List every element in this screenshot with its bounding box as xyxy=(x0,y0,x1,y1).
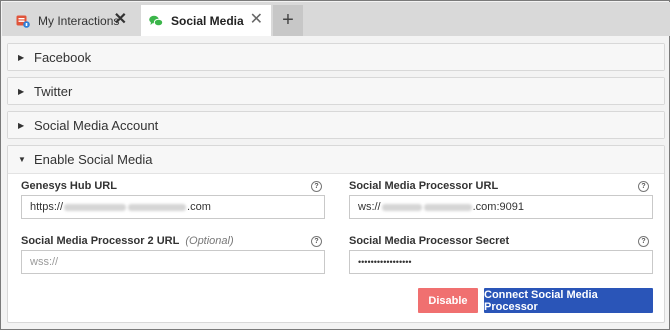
chat-bubbles-icon xyxy=(149,14,164,28)
section-header[interactable]: ▼ Enable Social Media xyxy=(8,146,664,174)
app-window: My Interactions ✕ Social Media ✕ + ▶ Fac… xyxy=(0,0,670,330)
caret-right-icon: ▶ xyxy=(18,52,25,62)
section-twitter[interactable]: ▶ Twitter xyxy=(7,77,665,105)
input-value-suffix: .com xyxy=(187,201,211,213)
label-text: Social Media Processor Secret xyxy=(349,235,510,247)
label-text: Genesys Hub URL xyxy=(21,180,117,192)
caret-right-icon: ▶ xyxy=(18,120,25,130)
section-header[interactable]: ▶ Social Media Account xyxy=(8,112,664,138)
add-tab-button[interactable]: + xyxy=(273,5,303,36)
tab-my-interactions[interactable]: My Interactions ✕ xyxy=(8,5,135,36)
tab-label: Social Media xyxy=(171,13,244,28)
section-header[interactable]: ▶ Facebook xyxy=(8,44,664,70)
processor2-url-label: Social Media Processor 2 URL (Optional) xyxy=(21,235,234,247)
section-enable-social-media: ▼ Enable Social Media Genesys Hub URL ? … xyxy=(7,145,665,323)
section-title: Social Media Account xyxy=(34,117,159,133)
section-social-media-account[interactable]: ▶ Social Media Account xyxy=(7,111,665,139)
input-value-prefix: https:// xyxy=(30,201,64,213)
tab-social-media[interactable]: Social Media ✕ xyxy=(141,5,271,36)
redacted-text xyxy=(128,203,187,211)
processor-url-input[interactable]: ws:// .com:9091 xyxy=(349,195,653,219)
tab-bar: My Interactions ✕ Social Media ✕ + xyxy=(2,2,670,36)
close-icon[interactable]: ✕ xyxy=(250,12,263,28)
section-title: Enable Social Media xyxy=(34,152,153,167)
close-icon[interactable]: ✕ xyxy=(114,12,127,28)
input-value-suffix: .com:9091 xyxy=(472,201,524,213)
label-text: Social Media Processor 2 URL xyxy=(21,235,180,247)
redacted-text xyxy=(64,203,127,211)
help-icon[interactable]: ? xyxy=(311,236,322,247)
section-title: Facebook xyxy=(34,49,92,65)
section-facebook[interactable]: ▶ Facebook xyxy=(7,43,665,71)
processor2-url-input[interactable]: wss:// xyxy=(21,250,325,274)
input-value-prefix: ws:// xyxy=(358,201,381,213)
password-dots: ••••••••••••••••• xyxy=(358,257,412,267)
processor-url-label: Social Media Processor URL xyxy=(349,180,498,192)
hub-url-label: Genesys Hub URL xyxy=(21,180,117,192)
interactions-icon xyxy=(16,14,30,28)
caret-down-icon: ▼ xyxy=(18,155,26,164)
input-placeholder: wss:// xyxy=(30,256,59,268)
redacted-text xyxy=(381,203,422,211)
section-header[interactable]: ▶ Twitter xyxy=(8,78,664,104)
label-text: Social Media Processor URL xyxy=(349,180,499,192)
optional-tag: (Optional) xyxy=(185,235,234,247)
processor-secret-label: Social Media Processor Secret xyxy=(349,235,509,247)
caret-right-icon: ▶ xyxy=(18,86,25,96)
help-icon[interactable]: ? xyxy=(638,181,649,192)
section-title: Twitter xyxy=(34,83,73,99)
redacted-text xyxy=(423,203,472,211)
processor-secret-input[interactable]: ••••••••••••••••• xyxy=(349,250,653,274)
connect-processor-button[interactable]: Connect Social Media Processor xyxy=(484,288,653,313)
help-icon[interactable]: ? xyxy=(311,181,322,192)
disable-button[interactable]: Disable xyxy=(418,288,478,313)
tab-label: My Interactions xyxy=(38,13,120,28)
help-icon[interactable]: ? xyxy=(638,236,649,247)
hub-url-input[interactable]: https:// .com xyxy=(21,195,325,219)
